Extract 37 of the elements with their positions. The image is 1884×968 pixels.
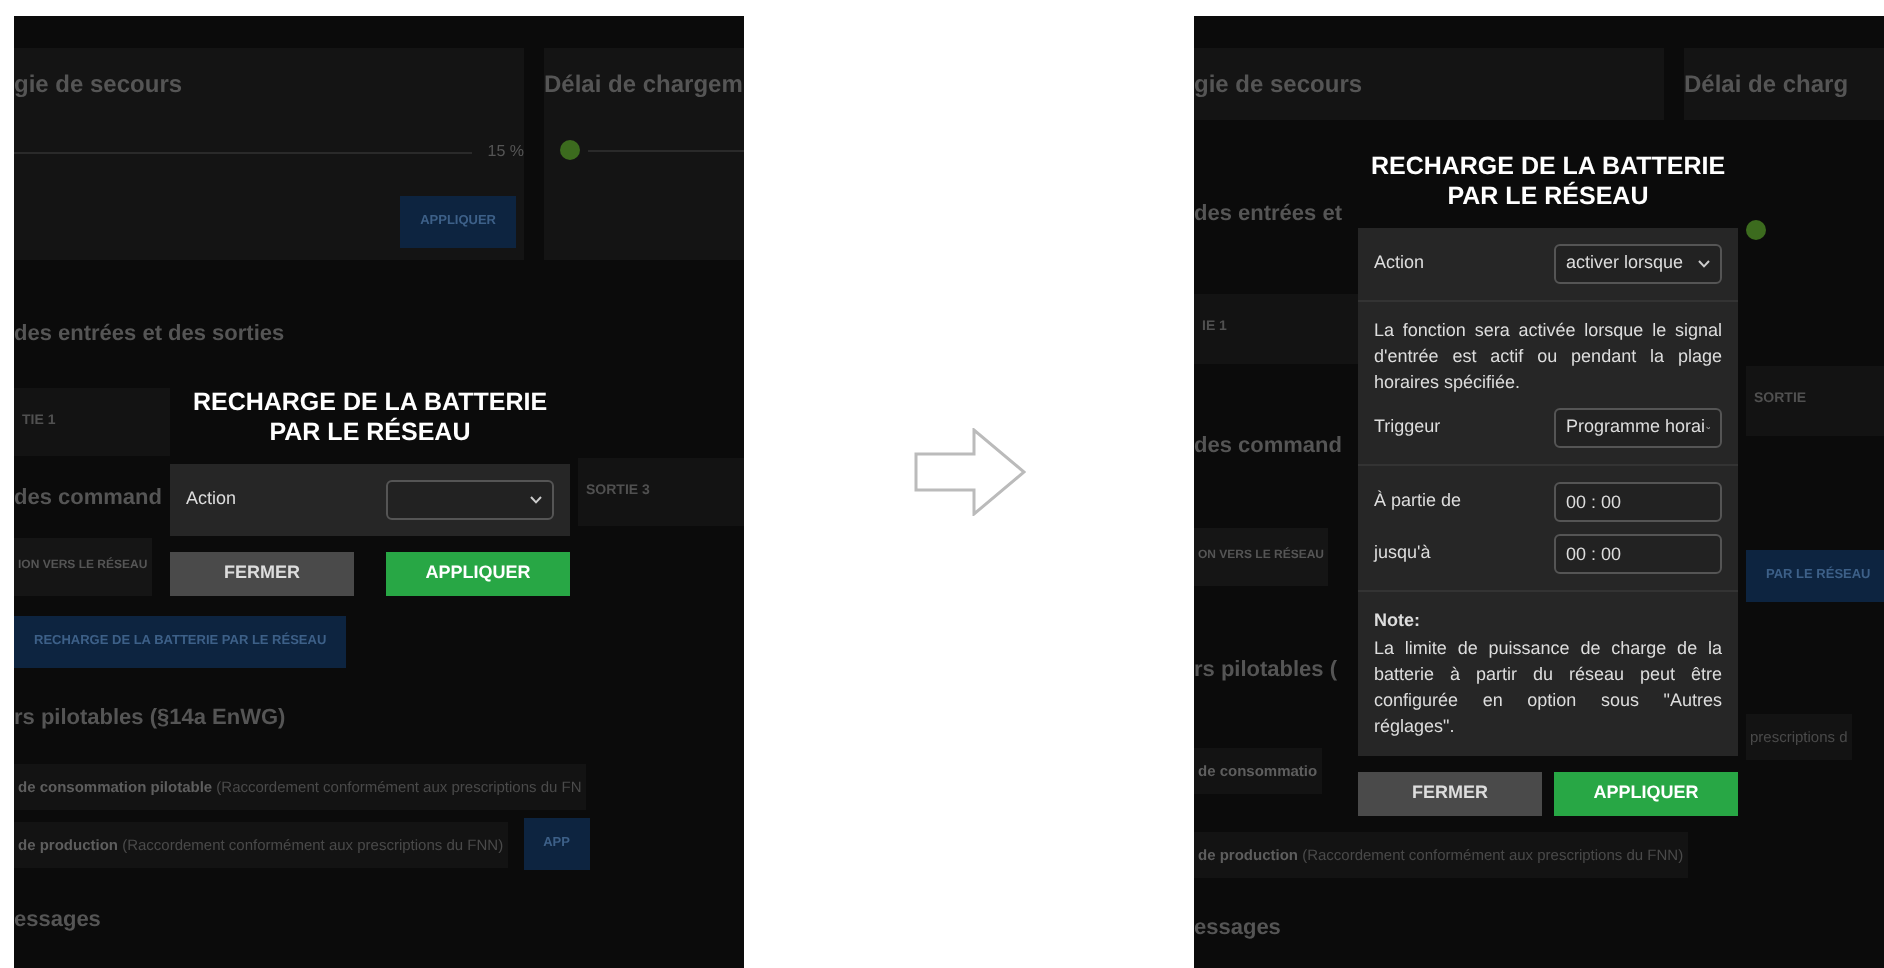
dropdown-field[interactable]: activer lorsque — [1554, 244, 1722, 284]
section-heading: des command — [1194, 432, 1342, 463]
chevron-down-icon — [530, 495, 542, 504]
section-heading: essages — [14, 906, 101, 936]
note-text: La limite de puissance de charge de la batterie à partir du réseau peut être configurée en option sous "Autres réglages". — [1374, 635, 1722, 740]
section-heading: rs pilotables (§14a EnWG) — [14, 704, 286, 734]
card-title: Délai de charg — [1684, 68, 1849, 102]
dropdown-field[interactable]: Programme horai — [1554, 408, 1722, 449]
slider-thumb[interactable] — [560, 140, 580, 160]
dialog-title: RECHARGE DE LA BATTERIE PAR LE RÉSEAU — [190, 387, 550, 448]
slider-value: 15 % — [487, 140, 524, 164]
card-title: Délai de chargem — [544, 68, 743, 102]
note-heading: Note: — [1374, 608, 1422, 635]
section-heading: des entrées et des sorties — [14, 319, 285, 350]
field-label: Action — [186, 486, 237, 512]
field-label: Action — [1374, 250, 1425, 277]
card-title: gie de secours — [1194, 68, 1363, 102]
field-label: jusqu'à — [1374, 540, 1431, 567]
section-heading: rs pilotables ( — [1194, 655, 1338, 686]
section-heading: des entrées et — [1194, 200, 1342, 231]
card-title: gie de secours — [14, 68, 183, 102]
dropdown-field[interactable] — [386, 479, 554, 520]
dialog-description: La fonction sera activée lorsque le signal d'entrée est actif ou pendant la plage horaires spécifiée. — [1374, 318, 1722, 397]
time-input[interactable]: 00 : 00 — [1554, 534, 1722, 575]
time-input[interactable]: 00 : 00 — [1554, 482, 1722, 523]
field-label: À partie de — [1374, 488, 1462, 515]
chevron-down-icon — [1698, 260, 1710, 268]
close-button[interactable]: FERMER — [170, 551, 354, 596]
apply-button[interactable]: APPLIQUER — [1554, 771, 1738, 816]
apply-button[interactable]: APPLIQUER — [386, 551, 570, 596]
section-heading: essages — [1194, 914, 1281, 945]
slider-thumb[interactable] — [1746, 219, 1766, 240]
close-button[interactable]: FERMER — [1358, 771, 1542, 816]
dialog-title: RECHARGE DE LA BATTERIE PAR LE RÉSEAU — [1368, 152, 1728, 212]
section-heading: des command — [14, 484, 162, 515]
right-arrow-icon — [913, 428, 1025, 516]
field-label: Triggeur — [1374, 414, 1441, 441]
